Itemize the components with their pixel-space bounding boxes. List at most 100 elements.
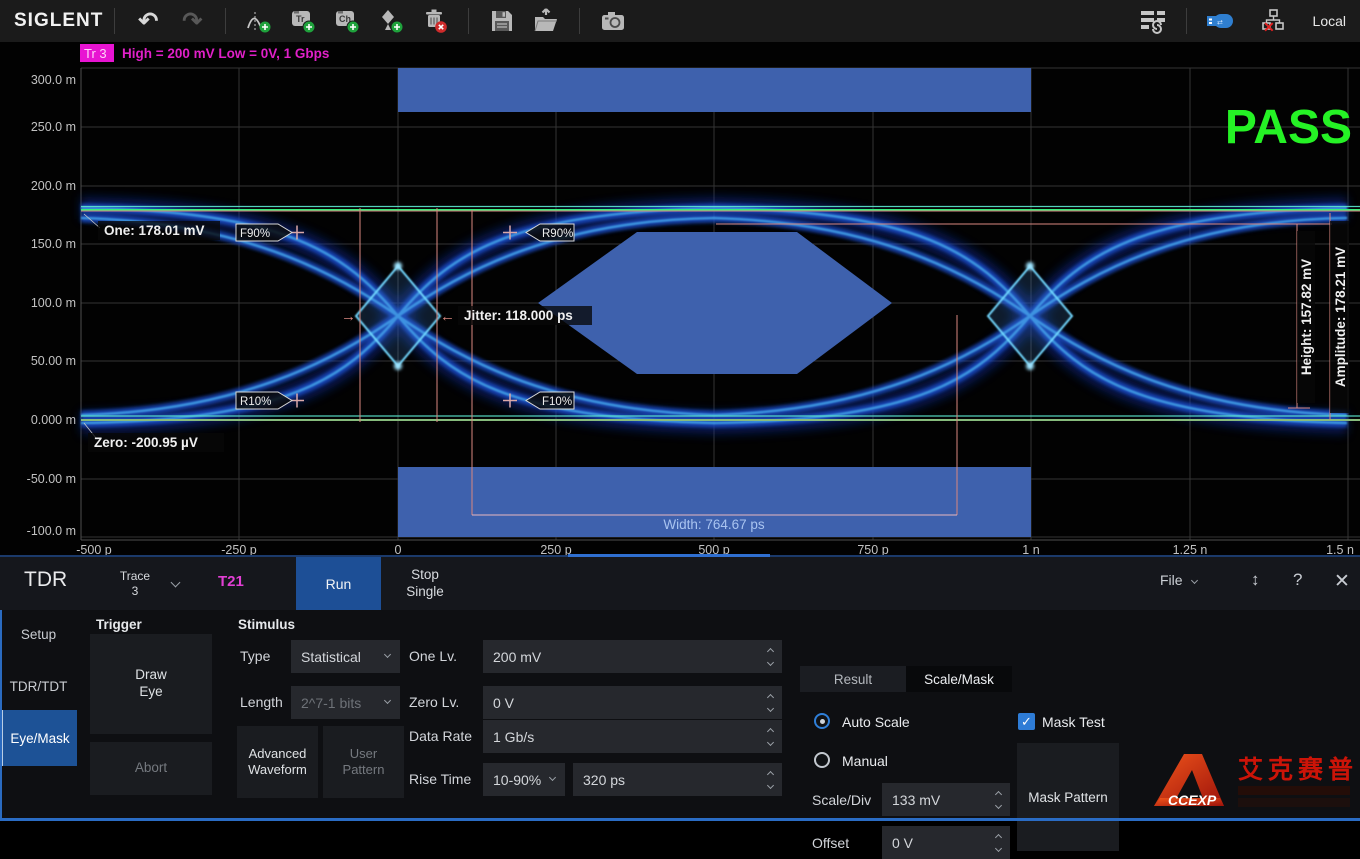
undo-icon[interactable]: ↶	[131, 4, 165, 38]
spin-down-icon[interactable]	[767, 781, 774, 788]
close-icon[interactable]: ✕	[1334, 570, 1350, 593]
spin-down-icon[interactable]	[767, 658, 774, 665]
jitter-left-arrow: →	[341, 308, 356, 325]
separator	[468, 8, 469, 34]
trace-selector[interactable]: Trace 3	[103, 561, 167, 606]
svg-text:100.0 m: 100.0 m	[31, 296, 76, 310]
run-button[interactable]: Run	[296, 557, 381, 610]
tab-result[interactable]: Result	[800, 666, 906, 692]
mask-test-checkbox[interactable]: ✓	[1018, 713, 1035, 730]
rise-time-range-dropdown[interactable]: 10-90%	[483, 763, 565, 796]
separator	[225, 8, 226, 34]
manual-radio[interactable]	[814, 752, 830, 768]
abort-button[interactable]: Abort	[90, 742, 212, 795]
top-toolbar: SIGLENT ↶ ↷ Tr Ch ⇄ ✕ Local	[0, 0, 1360, 42]
one-level-label: One Lv.	[409, 648, 457, 664]
spin-up-icon[interactable]	[767, 727, 774, 734]
delete-icon[interactable]	[418, 4, 452, 38]
length-dropdown[interactable]: 2^7-1 bits	[291, 686, 400, 719]
svg-text:-100.0 m: -100.0 m	[27, 524, 76, 538]
svg-text:50.00 m: 50.00 m	[31, 354, 76, 368]
chevron-down-icon	[384, 696, 391, 703]
svg-text:1.5 n: 1.5 n	[1326, 543, 1354, 557]
add-channel-icon[interactable]: Ch	[330, 4, 364, 38]
tab-scale-mask[interactable]: Scale/Mask	[906, 666, 1012, 692]
y-axis-ticks: 300.0 m 250.0 m 200.0 m 150.0 m 100.0 m …	[27, 73, 76, 538]
file-menu[interactable]: File	[1160, 572, 1197, 588]
rise-time-input[interactable]: 320 ps	[573, 763, 782, 796]
watermark-en: CCEXP	[1168, 792, 1217, 808]
tab-setup[interactable]: Setup	[0, 612, 77, 656]
auto-scale-label: Auto Scale	[842, 714, 910, 730]
usb-device-icon: ⇄	[1203, 4, 1237, 38]
f90-tag: F90%	[240, 228, 270, 240]
stop-single-button[interactable]: Stop Single	[390, 561, 460, 606]
tab-eye-mask[interactable]: Eye/Mask	[0, 710, 77, 766]
svg-text:Tr: Tr	[296, 14, 305, 24]
zero-level-input[interactable]: 0 V	[483, 686, 782, 719]
add-trace-icon[interactable]: Tr	[286, 4, 320, 38]
local-label: Local	[1313, 13, 1346, 29]
offset-label: Offset	[812, 835, 849, 851]
remote-control-icon[interactable]	[1136, 4, 1170, 38]
brand-logo: SIGLENT	[14, 10, 103, 32]
save-icon[interactable]	[485, 4, 519, 38]
spin-up-icon[interactable]	[767, 647, 774, 654]
draw-eye-button[interactable]: Draw Eye	[90, 634, 212, 734]
mask-hexagon	[538, 232, 892, 374]
spin-down-icon[interactable]	[995, 844, 1002, 851]
spin-up-icon[interactable]	[767, 693, 774, 700]
svg-text:0: 0	[395, 543, 402, 557]
panel-left-accent	[0, 610, 2, 818]
spin-down-icon[interactable]	[995, 801, 1002, 808]
svg-text:0.000 m: 0.000 m	[31, 413, 76, 427]
resize-panel-icon[interactable]: ↕	[1251, 570, 1260, 590]
chevron-down-icon	[1191, 576, 1198, 583]
svg-text:-250 p: -250 p	[221, 543, 256, 557]
spin-up-icon[interactable]	[995, 790, 1002, 797]
user-pattern-button[interactable]: User Pattern	[323, 726, 404, 798]
mask-pattern-button[interactable]: Mask Pattern	[1017, 743, 1119, 851]
f10-tag: F10%	[542, 396, 572, 408]
chevron-down-icon[interactable]	[171, 578, 181, 588]
jitter-annotation: Jitter: 118.000 ps	[464, 308, 573, 323]
offset-input[interactable]: 0 V	[882, 826, 1010, 859]
spin-up-icon[interactable]	[767, 770, 774, 777]
type-dropdown[interactable]: Statistical	[291, 640, 400, 673]
auto-scale-radio[interactable]	[814, 713, 830, 729]
svg-text:150.0 m: 150.0 m	[31, 237, 76, 251]
watermark-cn: 艾克赛普	[1238, 755, 1356, 784]
svg-text:200.0 m: 200.0 m	[31, 179, 76, 193]
help-icon[interactable]: ?	[1293, 570, 1302, 590]
open-recall-icon[interactable]	[529, 4, 563, 38]
advanced-waveform-button[interactable]: Advanced Waveform	[237, 726, 318, 798]
mask-top-bar	[398, 68, 1031, 112]
height-annotation: Height: 157.82 mV	[1299, 259, 1314, 375]
length-label: Length	[240, 694, 283, 710]
eye-diagram-chart[interactable]: Tr 3 High = 200 mV Low = 0V, 1 Gbps 300.…	[0, 42, 1360, 557]
svg-text:✕: ✕	[1263, 19, 1275, 34]
data-rate-input[interactable]: 1 Gb/s	[483, 720, 782, 753]
spin-down-icon[interactable]	[767, 704, 774, 711]
jitter-right-arrow: ←	[440, 308, 455, 325]
svg-text:300.0 m: 300.0 m	[31, 73, 76, 87]
separator	[114, 8, 115, 34]
scale-div-input[interactable]: 133 mV	[882, 783, 1010, 816]
trace-badge-label: Tr 3	[84, 46, 107, 61]
one-level-input[interactable]: 200 mV	[483, 640, 782, 673]
add-measurement-icon[interactable]	[242, 4, 276, 38]
panel-title: TDR	[24, 568, 67, 592]
stimulus-section-label: Stimulus	[238, 617, 295, 632]
chevron-down-icon	[384, 650, 391, 657]
r90-tag: R90%	[542, 228, 573, 240]
tab-tdr-tdt[interactable]: TDR/TDT	[0, 664, 77, 708]
spin-down-icon[interactable]	[767, 738, 774, 745]
mask-test-label: Mask Test	[1042, 714, 1105, 730]
rise-time-label: Rise Time	[409, 771, 471, 787]
zero-annotation: Zero: -200.95 µV	[94, 435, 198, 450]
separator	[1186, 8, 1187, 34]
spin-up-icon[interactable]	[995, 833, 1002, 840]
add-marker-icon[interactable]	[374, 4, 408, 38]
screenshot-icon[interactable]	[596, 4, 630, 38]
svg-text:-500 p: -500 p	[76, 543, 111, 557]
